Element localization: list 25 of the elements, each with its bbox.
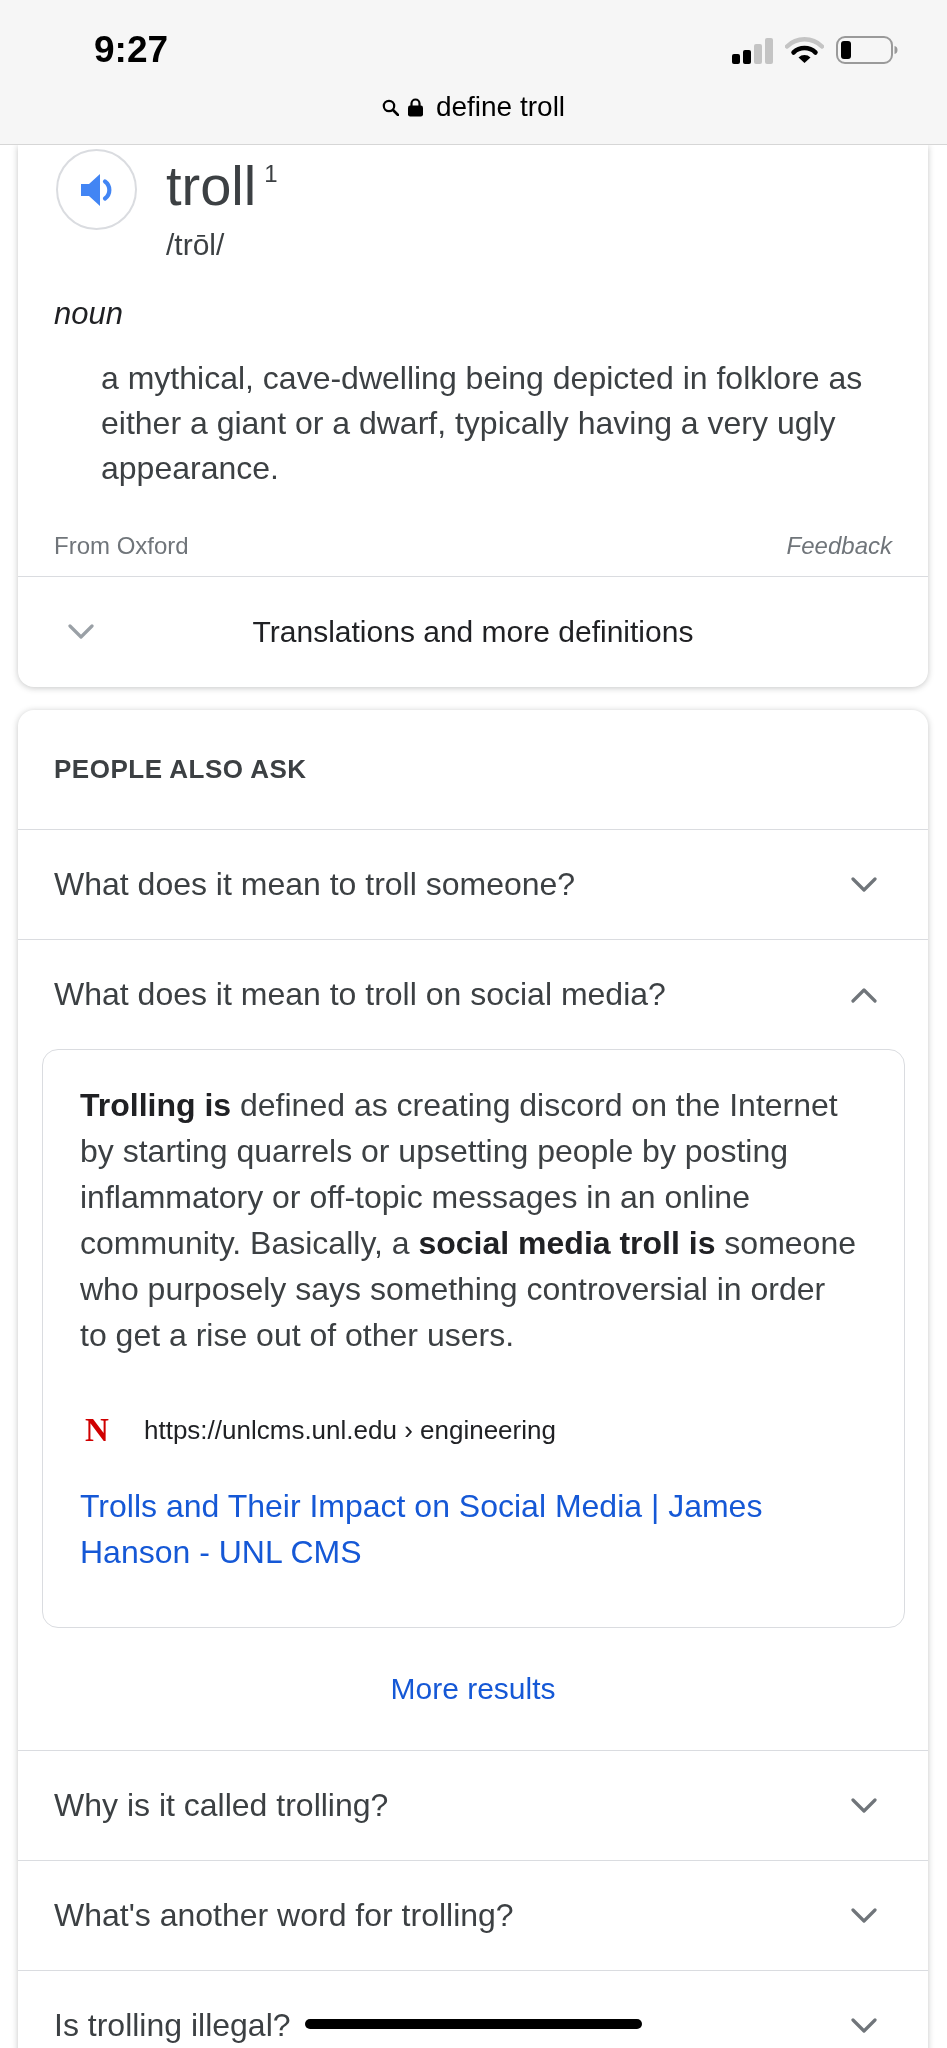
status-time: 9:27 xyxy=(94,28,169,72)
question-row[interactable]: What does it mean to troll someone? xyxy=(18,829,928,939)
question-row[interactable]: What's another word for trolling? xyxy=(18,1860,928,1970)
source-label: From Oxford xyxy=(54,531,189,561)
lock-icon xyxy=(407,97,423,117)
answer-text: Trolling is defined as creating discord on the Internet by starting quarrels or upsetting people by posting inflammatory or off-topic messages in an online community. Basically, a social media troll is someone who purposely says something controversial in order to get a rise out of other users. xyxy=(80,1085,857,1355)
result-link[interactable]: Trolls and Their Impact on Social Media | James Hanson - UNL CMS xyxy=(80,1482,857,1575)
question-row[interactable]: Why is it called trolling? xyxy=(18,1750,928,1860)
translations-toggle[interactable]: Translations and more definitions xyxy=(18,576,928,687)
site-logo: N xyxy=(85,1411,110,1448)
question-row[interactable]: What does it mean to troll on social media? xyxy=(18,939,928,1049)
address-bar[interactable]: define troll xyxy=(381,90,566,124)
definition-text: a mythical, cave-dwelling being depicted in folklore as either a giant or a dwarf, typically having a very ugly appearance. xyxy=(101,359,864,488)
search-icon xyxy=(381,98,399,116)
wifi-icon xyxy=(785,36,824,64)
section-heading: PEOPLE ALSO ASK xyxy=(53,753,308,786)
pronunciation: /trōl/ xyxy=(166,227,226,263)
feedback-link[interactable]: Feedback xyxy=(786,531,892,561)
part-of-speech: noun xyxy=(53,295,124,333)
source-url: https://unlcms.unl.edu › engineering xyxy=(144,1413,556,1446)
more-results-link[interactable]: More results xyxy=(390,1671,556,1707)
headword: troll xyxy=(166,158,257,214)
battery-icon xyxy=(836,36,898,64)
signal-icon xyxy=(732,36,773,64)
homograph-number: 1 xyxy=(264,160,278,188)
